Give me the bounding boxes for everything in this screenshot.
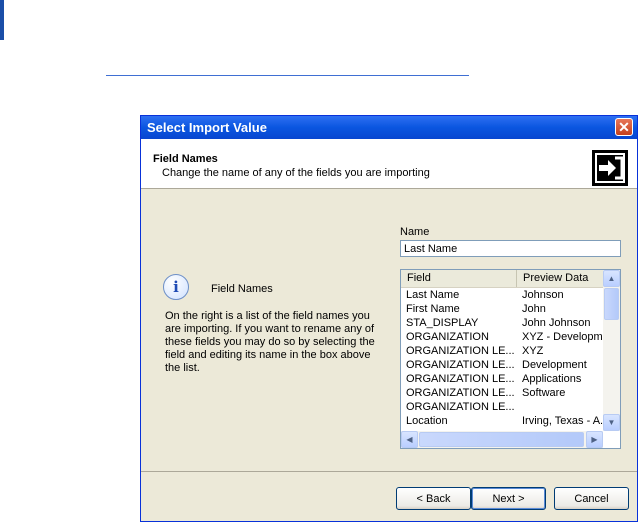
scroll-right-button[interactable]: ▶	[586, 431, 603, 448]
list-item[interactable]: ORGANIZATION XYZ - Developm	[401, 330, 604, 344]
list-item[interactable]: ORGANIZATION LE...	[401, 400, 604, 414]
next-button[interactable]: Next >	[471, 487, 546, 510]
name-label: Name	[400, 226, 430, 238]
dialog-title: Select Import Value	[147, 120, 267, 135]
vertical-scrollbar[interactable]: ▲ ▼	[603, 270, 620, 431]
name-input[interactable]	[400, 240, 621, 257]
close-button[interactable]: ✕	[615, 118, 633, 136]
footer-divider	[141, 471, 637, 472]
back-button[interactable]: < Back	[396, 487, 471, 510]
horizontal-scrollbar[interactable]: ◀ ▶	[401, 431, 603, 448]
scroll-left-button[interactable]: ◀	[401, 431, 418, 448]
chevron-down-icon: ▼	[607, 418, 616, 427]
list-item[interactable]: First Name John	[401, 302, 604, 316]
close-icon: ✕	[618, 119, 630, 135]
chevron-left-icon: ◀	[406, 435, 413, 444]
header-title: Field Names	[153, 153, 218, 165]
vertical-scroll-thumb[interactable]	[604, 288, 619, 320]
import-arrow-icon	[592, 150, 628, 186]
list-item[interactable]: Last Name Johnson	[401, 288, 604, 302]
column-header-field[interactable]: Field	[401, 270, 517, 287]
scroll-down-button[interactable]: ▼	[603, 414, 620, 431]
column-header-preview-data[interactable]: Preview Data	[517, 270, 604, 287]
list-item[interactable]: ORGANIZATION LE... Applications	[401, 372, 604, 386]
field-list[interactable]: Field Preview Data Last Name Johnson Firs…	[400, 269, 621, 449]
info-description: On the right is a list of the field name…	[165, 310, 375, 374]
scroll-up-button[interactable]: ▲	[603, 270, 620, 287]
list-item[interactable]: ORGANIZATION LE... Development	[401, 358, 604, 372]
horizontal-scroll-thumb[interactable]	[419, 432, 584, 447]
info-title: Field Names	[211, 283, 273, 295]
dialog-header: Field Names Change the name of any of th…	[141, 139, 637, 189]
list-item[interactable]: Location Irving, Texas - A...	[401, 414, 604, 428]
list-header: Field Preview Data	[401, 270, 604, 288]
chevron-up-icon: ▲	[607, 274, 616, 283]
cancel-button[interactable]: Cancel	[554, 487, 629, 510]
page-divider-line	[106, 75, 469, 76]
page-accent-bar	[0, 0, 4, 40]
header-subtitle: Change the name of any of the fields you…	[162, 167, 430, 179]
chevron-right-icon: ▶	[591, 435, 598, 444]
dialog-titlebar[interactable]: Select Import Value ✕	[141, 116, 637, 139]
list-item[interactable]: ORGANIZATION LE... XYZ	[401, 344, 604, 358]
list-rows: Last Name Johnson First Name John STA_DISP…	[401, 288, 604, 428]
list-item[interactable]: STA_DISPLAY John Johnson	[401, 316, 604, 330]
list-item[interactable]: ORGANIZATION LE... Software	[401, 386, 604, 400]
info-icon: i	[163, 274, 189, 300]
select-import-value-dialog: Select Import Value ✕ Field Names Change…	[140, 115, 638, 522]
